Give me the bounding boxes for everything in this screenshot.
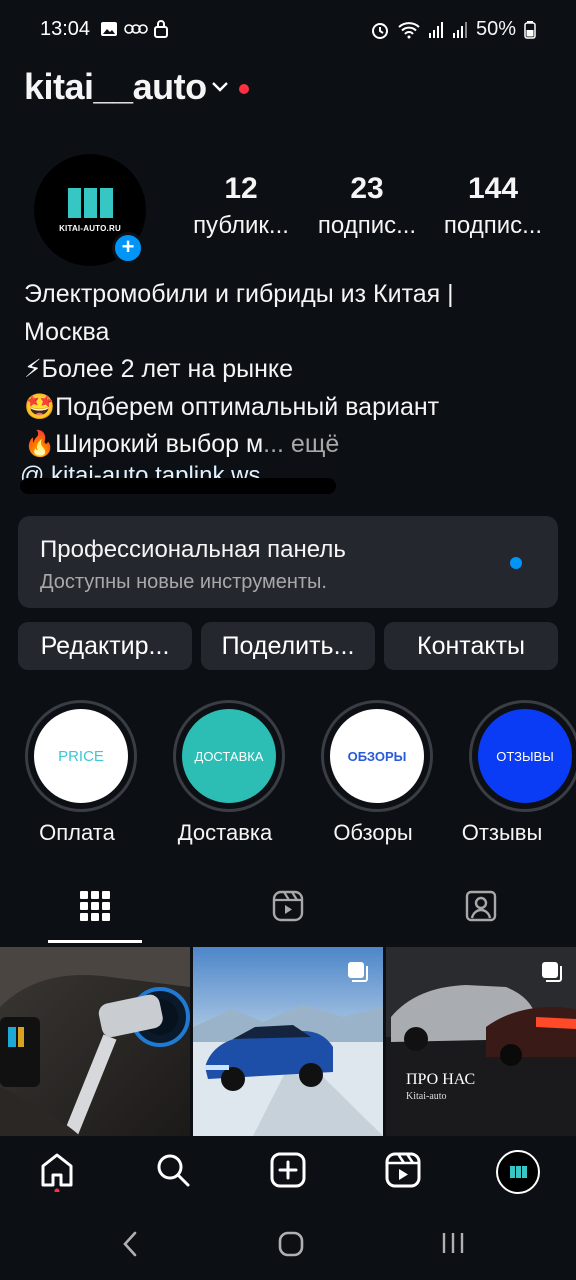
signal-icon-2 [452, 21, 467, 38]
bio-more-link[interactable]: ... ещё [263, 430, 339, 458]
home-button-icon[interactable] [278, 1231, 304, 1257]
chevron-down-icon[interactable] [210, 80, 230, 94]
recent-apps-icon[interactable] [441, 1231, 465, 1255]
post-tile[interactable] [0, 947, 190, 1136]
highlight-label: Отзывы [461, 820, 543, 845]
status-left-icons [100, 20, 168, 38]
bio: Электромобили и гибриды из Китая | Москв… [24, 276, 554, 464]
highlight-testimonials[interactable]: ОТЗЫВЫ [469, 700, 576, 812]
tagged-icon[interactable] [465, 890, 497, 922]
add-story-icon[interactable]: + [112, 232, 144, 264]
stat-value: 23 [350, 172, 384, 205]
highlight-payment[interactable]: PRICE [25, 700, 137, 812]
bio-line: 🤩Подберем оптимальный вариант [24, 392, 440, 421]
post-title: ПРО НАС [406, 1071, 476, 1088]
reels-tab-icon[interactable] [272, 890, 304, 922]
stat-value: 12 [224, 172, 258, 205]
edit-profile-button[interactable]: Редактир... [18, 622, 192, 670]
highlight-cover-text: PRICE [58, 747, 104, 765]
notification-dot [239, 84, 249, 94]
avatar-logo-icon [67, 187, 113, 218]
bio-line: Москва [24, 317, 110, 346]
stat-label: подпис... [317, 212, 417, 239]
stat-following[interactable]: 144 подпис... [432, 172, 554, 240]
bio-line: ⚡Более 2 лет на рынке [24, 355, 294, 383]
pro-panel-subtitle: Доступны новые инструменты. [40, 571, 327, 593]
home-icon[interactable] [39, 1152, 75, 1192]
username[interactable]: kitai__auto [24, 66, 207, 108]
lock-icon [154, 20, 168, 38]
highlight-label: Доставка [177, 820, 273, 845]
stat-label: публик... [193, 212, 289, 239]
profile-logo-icon [509, 1166, 527, 1178]
carousel-icon [348, 962, 368, 982]
highlight-label: Оплата [39, 820, 115, 845]
highlight-cover-text: ДОСТАВКА [194, 748, 264, 764]
status-right: 50% [370, 18, 536, 41]
stat-posts[interactable]: 12 публик... [180, 172, 302, 240]
highlight-label: Обзоры [333, 820, 413, 845]
contacts-button[interactable]: Контакты [384, 622, 558, 670]
active-tab-indicator [48, 940, 142, 943]
stat-label: подпис... [443, 212, 543, 239]
highlight-cover-text: ОТЗЫВЫ [496, 748, 554, 764]
grid-icon[interactable] [79, 890, 111, 922]
highlight-cover: PRICE [34, 709, 128, 803]
back-icon[interactable] [120, 1230, 140, 1258]
bio-line: Электромобили и гибриды из Китая | [24, 280, 454, 308]
share-profile-button[interactable]: Поделить... [201, 622, 375, 670]
highlight-reviews[interactable]: ОБЗОРЫ [321, 700, 433, 812]
alarm-icon [371, 22, 388, 39]
reels-icon[interactable] [385, 1152, 421, 1188]
highlight-cover: ОБЗОРЫ [330, 709, 424, 803]
wifi-icon [398, 21, 420, 38]
battery-text: 50% [475, 18, 516, 40]
new-indicator-dot [510, 557, 522, 569]
status-bar: 13:04 50% [0, 0, 576, 60]
signal-icon [428, 21, 443, 38]
bio-line-last: 🔥Широкий выбор м... ещё [24, 426, 554, 464]
create-icon[interactable] [270, 1152, 306, 1188]
post-subtitle: Kitai-auto [406, 1091, 447, 1102]
carousel-icon [542, 962, 562, 982]
avatar-text: KITAI-AUTO.RU [59, 223, 121, 233]
charging-photo-icon [0, 947, 190, 1136]
battery-icon [524, 20, 536, 39]
redaction-scribble [20, 478, 336, 494]
stat-followers[interactable]: 23 подпис... [306, 172, 428, 240]
status-time: 13:04 [40, 18, 91, 40]
network-icon [124, 24, 148, 34]
stat-value: 144 [467, 172, 519, 205]
bio-text: 🔥Широкий выбор м [24, 430, 264, 458]
highlight-cover: ДОСТАВКА [182, 709, 276, 803]
highlight-cover-text: ОБЗОРЫ [347, 748, 407, 764]
gallery-icon [101, 22, 117, 36]
highlight-delivery[interactable]: ДОСТАВКА [173, 700, 285, 812]
highlight-cover: ОТЗЫВЫ [478, 709, 572, 803]
search-icon[interactable] [155, 1152, 191, 1188]
pro-panel-title: Профессиональная панель [40, 536, 346, 563]
profile-icon[interactable] [496, 1150, 540, 1194]
